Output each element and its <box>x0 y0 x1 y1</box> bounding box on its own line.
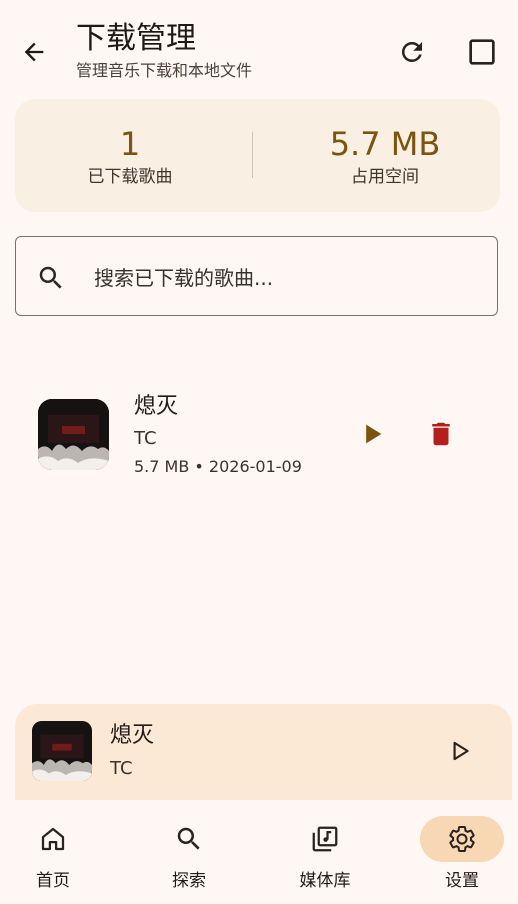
nav-label-library: 媒体库 <box>299 871 351 891</box>
trash-icon <box>432 422 450 446</box>
song-meta: 5.7 MB • 2026-01-09 <box>134 457 302 476</box>
album-cover-image <box>38 399 109 470</box>
delete-song-button[interactable] <box>423 416 459 452</box>
search-icon <box>177 827 200 850</box>
storage-used-label: 占用空间 <box>351 167 419 187</box>
bottom-navigation: 首页 探索 媒体库 设置 <box>0 800 518 904</box>
search-icon <box>39 266 62 289</box>
stats-divider <box>252 132 253 178</box>
mini-player[interactable]: 熄灭 TC <box>15 704 512 800</box>
nav-item-settings[interactable]: 设置 <box>412 800 512 904</box>
home-icon <box>41 827 65 851</box>
checkbox-outline-icon <box>469 39 495 65</box>
refresh-button[interactable] <box>392 32 432 72</box>
storage-used-value: 5.7 MB <box>329 125 441 163</box>
select-all-checkbox[interactable] <box>462 32 502 72</box>
downloaded-count-stat: 1 已下载歌曲 <box>15 99 245 212</box>
nav-label-settings: 设置 <box>445 871 479 891</box>
search-field[interactable] <box>15 236 498 316</box>
downloaded-song-row[interactable]: 熄灭 TC 5.7 MB • 2026-01-09 <box>0 380 518 490</box>
mini-player-play-button[interactable] <box>443 734 477 768</box>
stats-card: 1 已下载歌曲 5.7 MB 占用空间 <box>15 99 500 212</box>
gear-icon <box>449 826 475 852</box>
refresh-icon <box>401 41 422 62</box>
downloaded-count-label: 已下载歌曲 <box>87 167 173 187</box>
nav-item-home[interactable]: 首页 <box>3 800 103 904</box>
search-input[interactable] <box>92 259 476 297</box>
page-title: 下载管理 <box>76 21 196 56</box>
library-music-icon <box>312 826 338 852</box>
back-button[interactable] <box>14 32 54 72</box>
play-icon <box>366 424 382 444</box>
page-subtitle: 管理音乐下载和本地文件 <box>76 61 253 80</box>
song-artist: TC <box>134 428 157 449</box>
play-outline-icon <box>453 741 469 761</box>
mini-player-title: 熄灭 <box>110 723 155 748</box>
nav-label-explore: 探索 <box>172 871 206 891</box>
nav-active-indicator <box>420 816 504 862</box>
storage-used-stat: 5.7 MB 占用空间 <box>270 99 500 212</box>
song-title: 熄灭 <box>134 394 179 419</box>
play-song-button[interactable] <box>354 416 390 452</box>
nav-item-library[interactable]: 媒体库 <box>275 800 375 904</box>
downloaded-count-value: 1 <box>119 125 141 163</box>
nav-item-explore[interactable]: 探索 <box>139 800 239 904</box>
mini-player-artist: TC <box>110 758 133 779</box>
arrow-back-icon <box>24 42 44 62</box>
mini-player-cover-image <box>32 721 92 781</box>
nav-label-home: 首页 <box>36 871 70 891</box>
